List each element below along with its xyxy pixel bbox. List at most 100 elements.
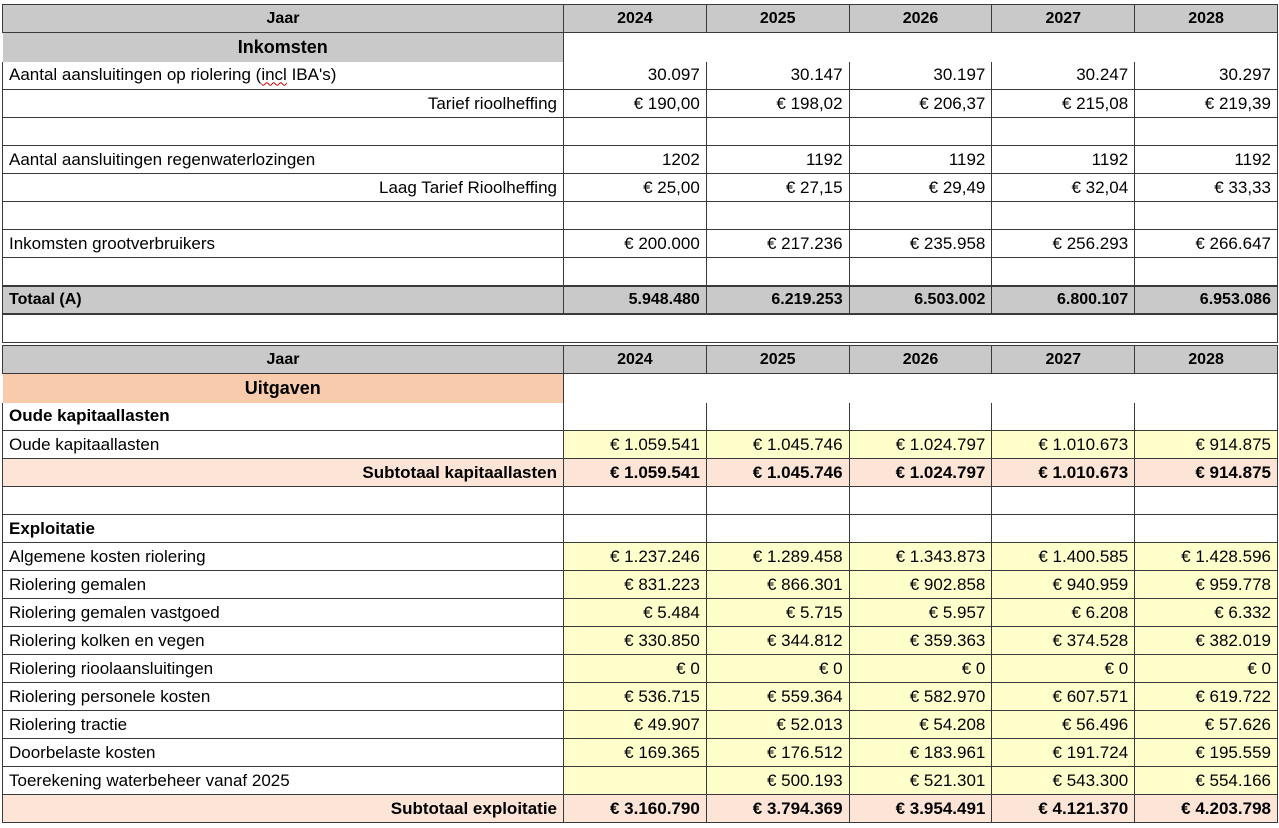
value-cell[interactable]: € 866.301 bbox=[705, 570, 850, 599]
value-cell[interactable]: € 49.907 bbox=[563, 710, 707, 739]
value-cell[interactable]: € 54.208 bbox=[848, 710, 992, 739]
value-cell[interactable]: € 0 bbox=[705, 654, 850, 683]
empty-cell[interactable] bbox=[1134, 201, 1278, 230]
value-cell[interactable]: € 52.013 bbox=[705, 710, 850, 739]
empty-cell[interactable] bbox=[563, 486, 707, 515]
value-cell[interactable]: 30.247 bbox=[991, 61, 1135, 90]
empty-cell[interactable] bbox=[2, 117, 564, 146]
row-label[interactable]: Oude kapitaallasten bbox=[2, 430, 564, 459]
value-cell[interactable]: € 1.010.673 bbox=[991, 430, 1135, 459]
value-cell[interactable]: € 940.959 bbox=[991, 570, 1135, 599]
empty-cell[interactable] bbox=[705, 514, 850, 543]
subtotal-value[interactable]: € 4.121.370 bbox=[991, 794, 1135, 823]
empty-cell[interactable] bbox=[991, 402, 1135, 431]
row-label[interactable]: Aantal aansluitingen op riolering (incl … bbox=[2, 61, 564, 90]
empty-cell[interactable] bbox=[1134, 486, 1278, 515]
value-cell[interactable]: € 374.528 bbox=[991, 626, 1135, 655]
subtotal-value[interactable]: € 3.794.369 bbox=[705, 794, 850, 823]
value-cell[interactable]: € 191.724 bbox=[991, 738, 1135, 767]
value-cell[interactable]: € 56.496 bbox=[991, 710, 1135, 739]
value-cell[interactable]: 1192 bbox=[705, 145, 850, 174]
total-value[interactable]: 6.503.002 bbox=[848, 284, 992, 315]
value-cell[interactable]: 1202 bbox=[563, 145, 707, 174]
value-cell[interactable]: € 0 bbox=[563, 654, 707, 683]
empty-cell[interactable] bbox=[991, 117, 1135, 146]
value-cell[interactable]: € 1.400.585 bbox=[991, 542, 1135, 571]
value-cell[interactable]: € 382.019 bbox=[1134, 626, 1278, 655]
year-header[interactable]: 2026 bbox=[848, 345, 993, 374]
value-cell[interactable]: 30.147 bbox=[705, 61, 850, 90]
value-cell[interactable]: € 0 bbox=[991, 654, 1135, 683]
value-cell[interactable]: € 914.875 bbox=[1134, 430, 1278, 459]
row-label[interactable]: Riolering tractie bbox=[2, 710, 564, 739]
row-label[interactable]: Tarief rioolheffing bbox=[2, 89, 564, 118]
value-cell[interactable]: € 198,02 bbox=[705, 89, 850, 118]
value-cell[interactable]: € 500.193 bbox=[705, 766, 850, 795]
value-cell[interactable]: € 5.484 bbox=[563, 598, 707, 627]
value-cell[interactable]: € 176.512 bbox=[705, 738, 850, 767]
year-header[interactable]: 2025 bbox=[705, 4, 850, 33]
empty-cell[interactable] bbox=[991, 257, 1135, 286]
year-header[interactable]: 2027 bbox=[991, 4, 1136, 33]
value-cell[interactable]: € 619.722 bbox=[1134, 682, 1278, 711]
value-cell[interactable]: € 256.293 bbox=[991, 229, 1135, 258]
value-cell[interactable]: 30.297 bbox=[1134, 61, 1278, 90]
subtotal-value[interactable]: € 3.954.491 bbox=[848, 794, 992, 823]
subtotal-value[interactable]: € 4.203.798 bbox=[1134, 794, 1278, 823]
empty-cell[interactable] bbox=[2, 313, 1278, 343]
value-cell[interactable]: € 559.364 bbox=[705, 682, 850, 711]
row-label[interactable]: Riolering kolken en vegen bbox=[2, 626, 564, 655]
value-cell[interactable]: € 1.428.596 bbox=[1134, 542, 1278, 571]
empty-cell[interactable] bbox=[563, 373, 1278, 403]
empty-cell[interactable] bbox=[563, 117, 707, 146]
value-cell[interactable]: € 206,37 bbox=[848, 89, 992, 118]
empty-cell[interactable] bbox=[563, 201, 707, 230]
value-cell[interactable]: € 190,00 bbox=[563, 89, 707, 118]
empty-cell[interactable] bbox=[563, 766, 707, 795]
empty-cell[interactable] bbox=[2, 257, 564, 286]
subtotal-label[interactable]: Subtotaal kapitaallasten bbox=[2, 458, 564, 487]
year-header[interactable]: 2028 bbox=[1134, 4, 1278, 33]
row-label[interactable]: Toerekening waterbeheer vanaf 2025 bbox=[2, 766, 564, 795]
value-cell[interactable]: 30.197 bbox=[848, 61, 992, 90]
year-header[interactable]: 2025 bbox=[705, 345, 850, 374]
value-cell[interactable]: € 582.970 bbox=[848, 682, 992, 711]
value-cell[interactable]: € 607.571 bbox=[991, 682, 1135, 711]
year-header[interactable]: 2024 bbox=[563, 345, 707, 374]
row-label[interactable]: Doorbelaste kosten bbox=[2, 738, 564, 767]
row-label[interactable]: Riolering gemalen vastgoed bbox=[2, 598, 564, 627]
value-cell[interactable]: € 554.166 bbox=[1134, 766, 1278, 795]
empty-cell[interactable] bbox=[705, 402, 850, 431]
value-cell[interactable]: € 1.045.746 bbox=[705, 430, 850, 459]
empty-cell[interactable] bbox=[848, 402, 992, 431]
value-cell[interactable]: € 521.301 bbox=[848, 766, 992, 795]
kapitaal-heading[interactable]: Oude kapitaallasten bbox=[2, 402, 564, 431]
uitgaven-title[interactable]: Uitgaven bbox=[2, 373, 564, 403]
empty-cell[interactable] bbox=[1134, 117, 1278, 146]
empty-cell[interactable] bbox=[848, 514, 992, 543]
subtotal-value[interactable]: € 3.160.790 bbox=[563, 794, 707, 823]
row-label[interactable]: Riolering rioolaansluitingen bbox=[2, 654, 564, 683]
row-label[interactable]: Riolering personele kosten bbox=[2, 682, 564, 711]
value-cell[interactable]: € 195.559 bbox=[1134, 738, 1278, 767]
value-cell[interactable]: € 219,39 bbox=[1134, 89, 1278, 118]
empty-cell[interactable] bbox=[705, 257, 850, 286]
total-value[interactable]: 6.953.086 bbox=[1134, 284, 1278, 315]
empty-cell[interactable] bbox=[563, 514, 707, 543]
value-cell[interactable]: € 57.626 bbox=[1134, 710, 1278, 739]
value-cell[interactable]: € 5.957 bbox=[848, 598, 992, 627]
empty-cell[interactable] bbox=[848, 117, 992, 146]
empty-cell[interactable] bbox=[563, 402, 707, 431]
value-cell[interactable]: € 902.858 bbox=[848, 570, 992, 599]
value-cell[interactable]: € 543.300 bbox=[991, 766, 1135, 795]
value-cell[interactable]: € 6.332 bbox=[1134, 598, 1278, 627]
value-cell[interactable]: € 359.363 bbox=[848, 626, 992, 655]
value-cell[interactable]: 1192 bbox=[1134, 145, 1278, 174]
value-cell[interactable]: € 5.715 bbox=[705, 598, 850, 627]
value-cell[interactable]: € 0 bbox=[848, 654, 992, 683]
value-cell[interactable]: € 235.958 bbox=[848, 229, 992, 258]
jaar-header[interactable]: Jaar bbox=[2, 345, 564, 374]
empty-cell[interactable] bbox=[1134, 257, 1278, 286]
empty-cell[interactable] bbox=[848, 486, 992, 515]
row-label[interactable]: Laag Tarief Rioolheffing bbox=[2, 173, 564, 202]
